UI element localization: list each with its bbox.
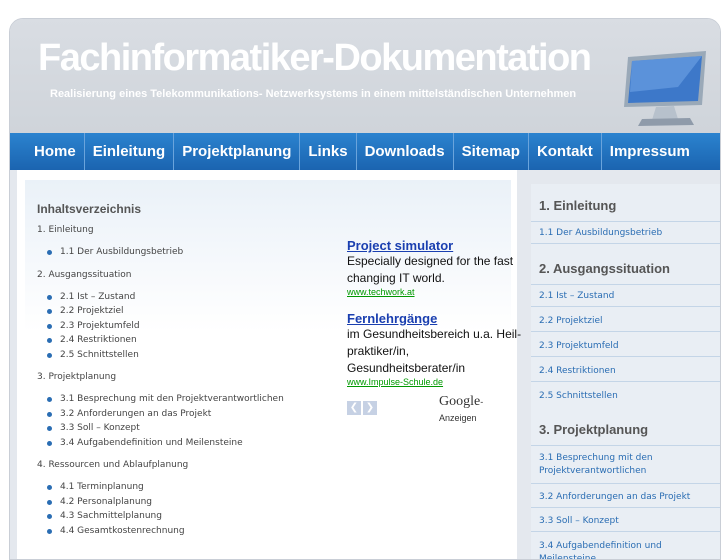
toc-item[interactable]: 3.1 Besprechung mit den Projektverantwor… (37, 392, 284, 407)
toc-item[interactable]: 1.1 Der Ausbildungsbetrieb (37, 245, 284, 260)
toc-item[interactable]: 2.5 Schnittstellen (37, 348, 284, 363)
toc-item[interactable]: 4.2 Personalplanung (37, 495, 284, 510)
prev-arrow-icon[interactable]: ❮ (347, 401, 361, 415)
toc-section[interactable]: 3. Projektplanung (37, 370, 284, 384)
toc-item[interactable]: 4.1 Terminplanung (37, 480, 284, 495)
google-ads-mark[interactable]: Google-Anzeigen (439, 394, 517, 426)
ad-text-2: im Gesundheitsbereich u.a. Heil-praktike… (347, 327, 522, 375)
nav-home[interactable]: Home (10, 133, 85, 170)
sidebar-item[interactable]: 3.3 Soll – Konzept (531, 508, 720, 532)
sidebar-item[interactable]: 2.4 Restriktionen (531, 357, 720, 382)
nav-einleitung[interactable]: Einleitung (85, 133, 175, 170)
nav-kontakt[interactable]: Kontakt (529, 133, 602, 170)
sidebar-heading: 2. Ausgangssituation (539, 261, 670, 276)
ad-text-1: Especially designed for the fast changin… (347, 254, 514, 285)
toc-item[interactable]: 2.4 Restriktionen (37, 333, 284, 348)
toc-title: Inhaltsverzeichnis (37, 202, 142, 216)
sidebar-item[interactable]: 1.1 Der Ausbildungsbetrieb (531, 221, 720, 244)
site-title: Fachinformatiker-Dokumentation (38, 37, 592, 79)
nav-impressum[interactable]: Impressum (602, 133, 698, 170)
toc-item[interactable]: 4.3 Sachmittelplanung (37, 509, 284, 524)
toc-item[interactable]: 3.3 Soll – Konzept (37, 421, 284, 436)
ad-title-1[interactable]: Project simulator (347, 238, 527, 253)
sidebar-item[interactable]: 2.2 Projektziel (531, 307, 720, 332)
site-subtitle: Realisierung eines Telekommunikations- N… (50, 88, 577, 100)
toc-item[interactable]: 3.4 Aufgabendefinition und Meilensteine (37, 436, 284, 451)
sidebar-item[interactable]: 3.1 Besprechung mit den Projektverantwor… (531, 445, 720, 484)
sidebar: 1. Einleitung 1.1 Der Ausbildungsbetrieb… (531, 184, 720, 559)
ad-block: Project simulator Especially designed fo… (347, 238, 527, 387)
sidebar-item[interactable]: 3.4 Aufgabendefinition und Meilensteine (531, 532, 720, 559)
toc-section[interactable]: 4. Ressourcen und Ablaufplanung (37, 458, 284, 472)
ad-nav: ❮ ❯ (347, 395, 379, 415)
google-logo: Google (439, 394, 481, 409)
sidebar-heading: 3. Projektplanung (539, 422, 649, 437)
toc-list: 1. Einleitung 1.1 Der Ausbildungsbetrieb… (37, 223, 284, 538)
monitor-icon (624, 51, 706, 126)
toc-section[interactable]: 1. Einleitung (37, 223, 284, 237)
sidebar-item[interactable]: 3.2 Anforderungen an das Projekt (531, 484, 720, 508)
toc-item[interactable]: 2.2 Projektziel (37, 304, 284, 319)
nav-sitemap[interactable]: Sitemap (454, 133, 529, 170)
sidebar-item[interactable]: 2.5 Schnittstellen (531, 382, 720, 406)
page-frame: Fachinformatiker-Dokumentation Realisier… (9, 18, 721, 560)
toc-item[interactable]: 2.3 Projektumfeld (37, 319, 284, 334)
main-nav: Home Einleitung Projektplanung Links Dow… (10, 133, 720, 170)
next-arrow-icon[interactable]: ❯ (363, 401, 377, 415)
main-content: Inhaltsverzeichnis 1. Einleitung 1.1 Der… (17, 170, 521, 559)
nav-projektplanung[interactable]: Projektplanung (174, 133, 301, 170)
toc-item[interactable]: 4.4 Gesamtkostenrechnung (37, 524, 284, 539)
ad-url-1[interactable]: www.techwork.at (347, 287, 527, 297)
toc-section[interactable]: 2. Ausgangssituation (37, 268, 284, 282)
toc-item[interactable]: 3.2 Anforderungen an das Projekt (37, 407, 284, 422)
nav-links[interactable]: Links (300, 133, 357, 170)
nav-downloads[interactable]: Downloads (357, 133, 454, 170)
sidebar-item[interactable]: 2.1 Ist – Zustand (531, 284, 720, 307)
ad-title-2[interactable]: Fernlehrgänge (347, 311, 527, 326)
ad-url-2[interactable]: www.Impulse-Schule.de (347, 377, 527, 387)
sidebar-item[interactable]: 2.3 Projektumfeld (531, 332, 720, 357)
toc-item[interactable]: 2.1 Ist – Zustand (37, 290, 284, 305)
site-header: Fachinformatiker-Dokumentation Realisier… (10, 19, 720, 134)
sidebar-heading: 1. Einleitung (539, 198, 617, 213)
